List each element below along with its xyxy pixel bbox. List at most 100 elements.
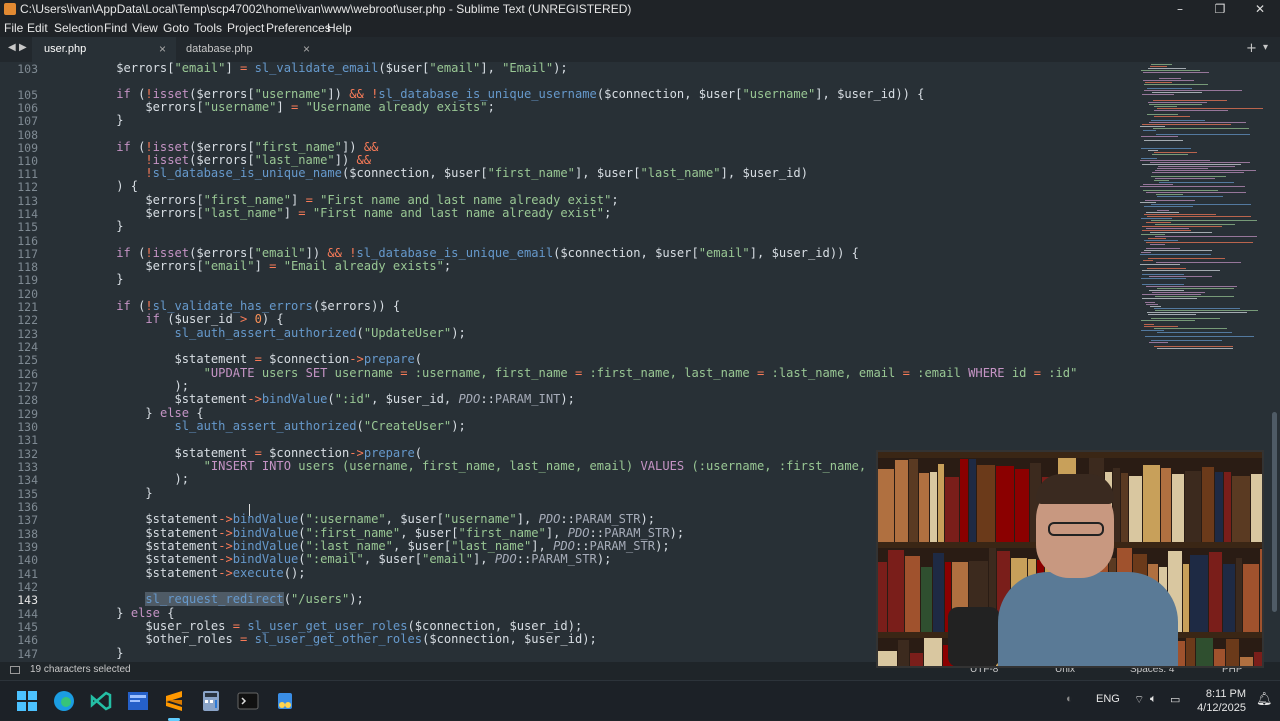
notification-bell-icon[interactable]: 🔔︎ [1256, 691, 1273, 707]
book [1113, 468, 1120, 542]
edge-icon[interactable] [52, 689, 76, 713]
minimap-line [1146, 212, 1179, 213]
minimap-line [1149, 276, 1212, 277]
snipping-tool-icon[interactable] [273, 689, 297, 713]
battery-icon[interactable]: ▭ [1170, 693, 1180, 706]
line-number: 136 [17, 500, 38, 514]
person-body [998, 572, 1178, 666]
minimap-line [1150, 66, 1167, 67]
line-number: 135 [17, 487, 38, 501]
minimap-line [1145, 336, 1254, 337]
minimap-line [1155, 310, 1258, 311]
book [909, 459, 918, 542]
person-hair [1036, 474, 1114, 504]
minimap-line [1144, 206, 1193, 207]
menu-selection[interactable]: Selection [54, 21, 103, 35]
new-tab-icon[interactable]: + [1246, 41, 1257, 56]
tab-label: database.php [186, 43, 253, 55]
book [1260, 549, 1262, 632]
minimap-line [1145, 82, 1172, 83]
minimap-line [1141, 234, 1165, 235]
book [938, 464, 944, 542]
book [1214, 649, 1225, 666]
menu-view[interactable]: View [132, 21, 158, 35]
wifi-icon[interactable]: ⌔ [1134, 693, 1144, 707]
tab-user-php[interactable]: user.php × [32, 37, 176, 62]
minimap-line [1157, 288, 1234, 289]
menu-goto[interactable]: Goto [163, 21, 189, 35]
code-line: $other_roles = sl_user_get_other_roles($… [145, 632, 597, 646]
tab-nav-left-icon[interactable]: ◀ [8, 42, 16, 53]
book [878, 562, 887, 632]
sublime-text-taskbar-icon[interactable] [162, 689, 186, 713]
menu-project[interactable]: Project [227, 21, 264, 35]
book [1196, 638, 1213, 666]
minimap-line [1142, 294, 1201, 295]
visual-studio-icon[interactable] [126, 689, 150, 713]
book [878, 651, 897, 666]
menu-bar: File Edit Selection Find View Goto Tools… [0, 19, 1280, 37]
minimap-line [1140, 160, 1210, 161]
minimap-line [1146, 228, 1189, 229]
input-language[interactable]: ENG [1096, 693, 1120, 705]
tab-label: user.php [44, 43, 87, 55]
menu-find[interactable]: Find [104, 21, 127, 35]
minimize-button[interactable]: – [1160, 0, 1200, 19]
tab-close-icon[interactable]: × [159, 37, 166, 62]
line-number: 110 [17, 154, 38, 168]
minimap-line [1144, 140, 1183, 141]
mouse-cursor-ibeam [249, 504, 250, 516]
line-number: 141 [17, 567, 38, 581]
maximize-button[interactable]: ❐ [1200, 0, 1240, 19]
book [1236, 558, 1242, 632]
minimap-line [1154, 346, 1233, 347]
line-number: 108 [17, 128, 38, 142]
minimap-line [1153, 128, 1249, 129]
tab-nav-right-icon[interactable]: ▶ [19, 42, 27, 53]
vertical-scrollbar[interactable] [1270, 62, 1280, 662]
book [1254, 652, 1262, 666]
minimap-line [1142, 164, 1241, 165]
book [878, 469, 894, 542]
book [1015, 469, 1029, 542]
minimap-line [1141, 70, 1200, 71]
calculator-icon[interactable] [199, 689, 223, 713]
minimap-line [1141, 158, 1157, 159]
book [1224, 472, 1231, 542]
line-number: 143 [17, 593, 38, 607]
tab-close-icon[interactable]: × [303, 37, 310, 62]
minimap-line [1149, 122, 1246, 123]
vscode-insiders-icon[interactable] [89, 689, 113, 713]
book [1243, 564, 1259, 632]
minimap-line [1144, 214, 1216, 215]
menu-preferences[interactable]: Preferences [266, 21, 331, 35]
minimap-line [1157, 210, 1169, 211]
menu-help[interactable]: Help [327, 21, 352, 35]
code-line: $statement->bindValue(":username", $user… [145, 512, 656, 526]
book [898, 640, 909, 666]
network-tray-icon[interactable]: ◐ [1066, 693, 1073, 705]
system-clock[interactable]: 8:11 PM 4/12/2025 [1196, 687, 1246, 715]
menu-edit[interactable]: Edit [27, 21, 48, 35]
volume-icon[interactable]: 🔈︎ [1150, 693, 1157, 706]
minimap-line [1155, 296, 1234, 297]
tab-database-php[interactable]: database.php × [176, 37, 320, 62]
terminal-icon[interactable] [236, 689, 260, 713]
minimap-line [1144, 84, 1208, 85]
minimap-line [1144, 240, 1178, 241]
minimap-line [1141, 320, 1195, 321]
tab-menu-icon[interactable]: ▾ [1263, 42, 1268, 53]
menu-file[interactable]: File [4, 21, 23, 35]
menu-tools[interactable]: Tools [194, 21, 222, 35]
minimap[interactable] [1140, 62, 1270, 362]
line-number: 134 [17, 473, 38, 487]
panel-toggle-icon[interactable] [10, 666, 20, 674]
close-window-button[interactable]: ✕ [1240, 0, 1280, 19]
tab-bar: ◀ ▶ user.php × database.php × + ▾ [0, 37, 1280, 62]
minimap-line [1141, 278, 1186, 279]
windows-start-icon[interactable] [15, 689, 39, 713]
minimap-line [1147, 312, 1247, 313]
scrollbar-thumb[interactable] [1272, 412, 1277, 612]
minimap-line [1151, 318, 1220, 319]
minimap-line [1154, 116, 1190, 117]
